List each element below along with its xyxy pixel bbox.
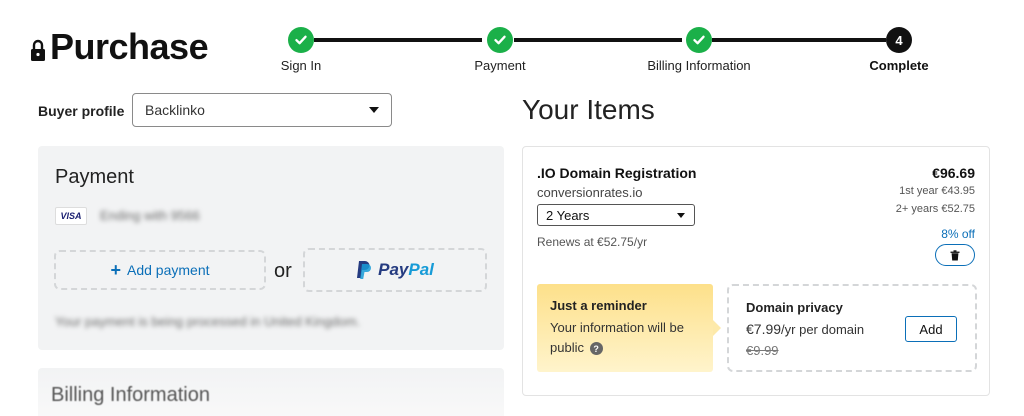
step-label-sign-in: Sign In — [280, 58, 322, 73]
term-value: 2 Years — [546, 208, 590, 223]
page-title: Purchase — [50, 26, 209, 67]
paypal-word-pay: Pay — [378, 260, 409, 279]
privacy-old-price: €9.99 — [746, 343, 779, 358]
payment-location-note: Your payment is being processed in Unite… — [55, 314, 361, 329]
first-year-price: 1st year €43.95 — [899, 185, 975, 197]
renewal-note: Renews at €52.75/yr — [537, 235, 648, 249]
add-privacy-button[interactable]: Add — [905, 316, 957, 342]
reminder-title: Just a reminder — [550, 298, 647, 313]
cart-item-card: .IO Domain Registration conversionrates.… — [522, 146, 990, 396]
billing-panel: Billing Information — [38, 368, 504, 416]
reminder-text: Your information will be public — [550, 320, 684, 355]
or-separator: or — [274, 260, 292, 282]
paypal-logo-icon — [357, 261, 372, 279]
chevron-down-icon — [677, 213, 685, 218]
lock-icon — [31, 39, 45, 61]
item-price: €96.69 — [932, 165, 975, 181]
payment-panel: Payment VISA Ending with 9566 + Add paym… — [38, 146, 504, 350]
checkout-stepper: 4 Sign In Payment Billing Information Co… — [270, 26, 960, 78]
privacy-price-amount: €7.99 — [746, 321, 782, 337]
plus-icon: + — [110, 260, 121, 280]
step-label-complete: Complete — [869, 58, 929, 73]
later-years-price: 2+ years €52.75 — [895, 203, 975, 215]
step-billing-check-icon — [686, 27, 712, 53]
step-connector — [514, 38, 682, 42]
paypal-wordmark: PayPal — [378, 260, 434, 280]
buyer-profile-select[interactable]: Backlinko — [132, 93, 392, 127]
billing-title: Billing Information — [51, 384, 210, 406]
paypal-word-pal: Pal — [408, 260, 434, 279]
add-payment-label: Add payment — [127, 262, 210, 278]
step-connector — [712, 38, 886, 42]
privacy-reminder: Just a reminder Your information will be… — [537, 284, 721, 372]
step-complete-number: 4 — [886, 27, 912, 53]
domain-privacy-offer: Domain privacy €7.99/yr per domain €9.99… — [727, 284, 977, 372]
term-select[interactable]: 2 Years — [537, 204, 695, 226]
remove-item-button[interactable] — [935, 244, 975, 266]
step-label-payment: Payment — [474, 58, 526, 73]
privacy-title: Domain privacy — [746, 300, 843, 315]
help-icon[interactable]: ? — [589, 342, 603, 356]
saved-card-text[interactable]: Ending with 9566 — [100, 208, 200, 223]
step-payment-check-icon — [487, 27, 513, 53]
add-payment-button[interactable]: + Add payment — [54, 250, 266, 290]
step-connector — [314, 38, 482, 42]
privacy-price: €7.99/yr per domain — [746, 321, 864, 337]
item-name: .IO Domain Registration — [537, 165, 697, 181]
purchase-page: Purchase 4 Sign In Payment Billing Infor… — [0, 0, 1024, 416]
buyer-profile-value: Backlinko — [145, 102, 205, 118]
brand: Purchase — [30, 26, 209, 68]
reminder-text-wrap: Your information will be public ? — [550, 318, 710, 358]
chevron-down-icon — [369, 107, 379, 113]
step-sign-in-check-icon — [288, 27, 314, 53]
privacy-price-unit: /yr per domain — [781, 322, 865, 337]
your-items-title: Your Items — [522, 94, 655, 125]
item-domain: conversionrates.io — [537, 185, 643, 200]
paypal-button[interactable]: PayPal — [303, 248, 487, 292]
visa-card-icon: VISA — [55, 207, 87, 225]
buyer-profile-label: Buyer profile — [38, 103, 125, 119]
step-label-billing: Billing Information — [647, 58, 751, 73]
discount-badge: 8% off — [941, 227, 975, 241]
trash-icon — [950, 249, 960, 260]
payment-title: Payment — [55, 166, 134, 188]
